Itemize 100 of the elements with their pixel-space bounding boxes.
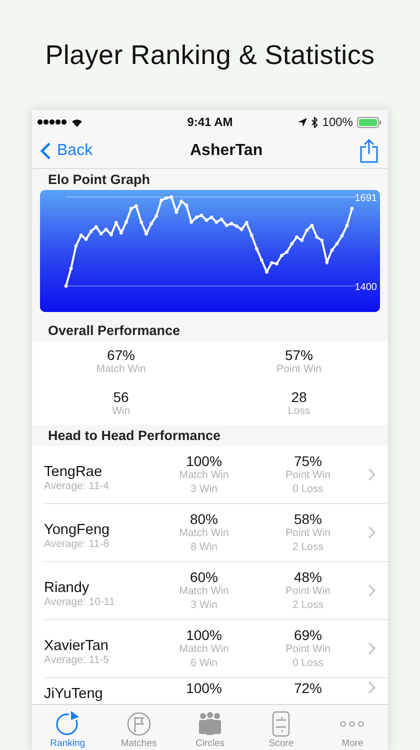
tab[interactable]: Ranking [32,705,104,750]
data-point [300,238,304,242]
chevron-right-icon [368,526,376,539]
loss-count: 2 Loss [292,598,324,612]
headline: Player Ranking & Statistics [45,39,375,70]
axis-label: 1691 [354,193,377,204]
data-point [285,250,288,254]
player-row[interactable]: XavierTan Average: 11-5 100% Match Win 6 Win 69% Point Win 0 Loss [44,620,388,678]
player-row[interactable]: Riandy Average: 10-11 60% Match Win 3 Win 48% Point Win 2 Loss [44,562,388,620]
loss-count: 0 Loss [292,656,324,670]
data-point [124,220,128,224]
flag-icon [124,711,153,737]
chevron-right-icon [368,681,376,694]
player-name: YongFeng [44,522,111,538]
average-score: Average: 10-11 [44,596,116,608]
loss-count: 2 Loss [292,540,324,554]
data-point [114,221,118,224]
chevron-right-icon [368,642,376,655]
data-point [260,258,264,262]
stat-value: 67% [106,347,136,363]
stat-label: Point Win [286,642,330,656]
tab[interactable]: Score [246,705,317,750]
data-point [110,232,113,236]
stat-label: Point Win [276,363,322,375]
chevron-left-icon [40,142,51,160]
match-win-percent: 100% [186,628,222,642]
average-score: Average: 11-8 [44,538,110,550]
player-name: XavierTan [44,638,110,654]
data-point [130,206,133,210]
data-point [140,220,143,224]
data-point [69,266,73,270]
chevron-right-icon [368,584,376,597]
data-point [345,224,349,228]
point-win-percent: 58% [294,512,322,526]
stat-label: Match Win [179,642,229,656]
player-name: Riandy [44,580,90,596]
data-point [120,231,123,234]
player-row[interactable]: YongFeng Average: 11-8 80% Match Win 8 Win 58% Point Win 2 Loss [44,504,388,562]
data-point [280,254,284,258]
stat-label: Point Win [286,526,330,540]
data-point [74,244,78,248]
tab[interactable]: More [316,705,388,750]
match-win-percent: 100% [186,681,222,695]
data-point [265,270,268,274]
loss-count: 0 Loss [292,482,324,496]
tab[interactable]: Circles [174,705,246,750]
point-win-percent: 48% [294,570,322,584]
stat-label: Match Win [179,526,229,540]
data-point [174,210,178,214]
win-count: 3 Win [190,598,218,612]
data-point [250,234,254,237]
stat-label: Match Win [179,584,229,598]
data-point [150,222,153,226]
section-header: Head to Head Performance [32,425,388,446]
average-score: Average: 11-4 [44,480,110,492]
win-count: 8 Win [190,540,218,554]
win-count: 6 Win [190,656,218,670]
data-point [305,228,308,232]
signal-icon [37,118,67,126]
stat-label: Match Win [179,468,229,482]
stat-label: Win [112,405,130,417]
data-point [335,242,339,246]
status-time: 9:41 AM [187,115,233,129]
data-point [310,224,314,228]
data-point [144,232,148,236]
battery-icon [356,116,383,128]
match-win-percent: 60% [190,570,218,584]
section-header: Elo Point Graph [32,169,388,190]
player-row[interactable]: JiYuTeng 100% 72% [44,678,388,704]
win-count: 3 Win [190,482,218,496]
chevron-right-icon [368,468,376,481]
point-win-percent: 75% [294,454,322,468]
player-name: TengRae [44,464,104,480]
more-icon [340,721,364,727]
player-row[interactable]: TengRae Average: 11-4 100% Match Win 3 Win 75% Point Win 0 Loss [44,446,388,504]
data-point [340,234,344,238]
data-point [64,284,68,288]
point-win-percent: 72% [294,681,322,695]
match-win-percent: 80% [190,512,218,526]
data-point [160,198,163,202]
share-button[interactable] [360,139,380,163]
data-point [154,214,158,218]
data-point [350,206,354,210]
section-header: Overall Performance [32,320,388,341]
data-point [134,204,138,208]
back-button[interactable]: Back [40,142,93,160]
player-name: JiYuTeng [44,686,104,702]
stat-label: Point Win [286,584,330,598]
battery-level: 100% [322,115,353,129]
stat-value: 57% [284,347,314,363]
tab[interactable]: Matches [103,705,174,750]
data-point [244,221,248,224]
point-win-percent: 69% [294,628,322,642]
match-win-percent: 100% [186,454,222,468]
data-point [275,262,278,266]
data-point [290,242,294,246]
wifi-icon [71,118,83,126]
data-point [255,247,258,250]
page-title: AsherTan [190,142,263,160]
people-icon [196,711,224,737]
